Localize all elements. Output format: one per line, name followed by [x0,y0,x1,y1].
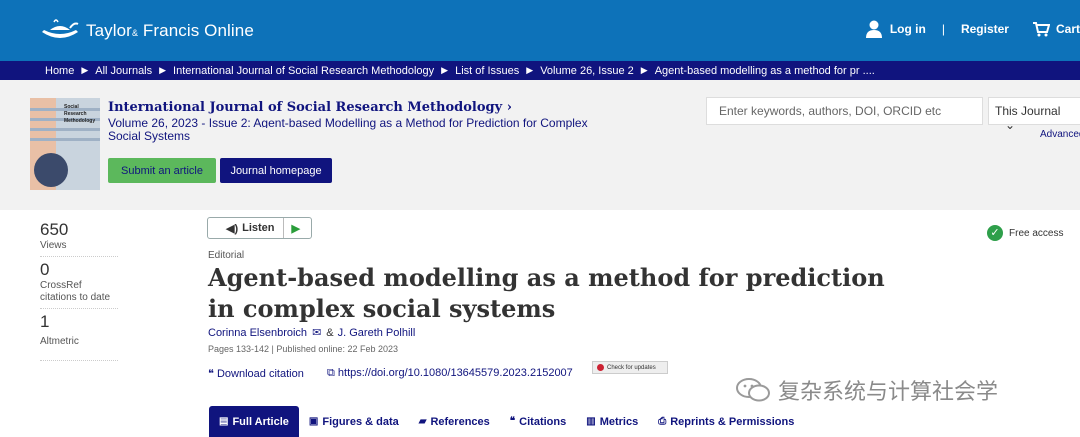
views-label: Views [40,240,67,251]
crossref-label: CrossRef citations to date [40,280,111,303]
brand-name: Taylor& Francis Online [86,21,254,40]
journal-title-link[interactable]: International Journal of Social Research… [108,100,512,115]
crossref-count: 0 [40,260,50,279]
breadcrumb-all-journals[interactable]: All Journals [95,65,152,77]
lamp-logo-icon [42,19,79,38]
journal-banner: Social Research Methodology Internationa… [0,80,1080,210]
envelope-icon[interactable]: ✉ [312,326,321,339]
journal-issue-link[interactable]: Volume 26, 2023 - Issue 2: Agent-based M… [108,117,598,143]
breadcrumb-arrow-icon: ▶ [526,65,534,75]
chevron-down-icon: ⌄ [1005,118,1016,132]
book-icon: ▰ [418,416,427,427]
check-icon: ✓ [987,225,1003,241]
views-metric: 650 Views [40,220,118,257]
cart-link[interactable]: Cart [1056,22,1080,36]
submit-article-button[interactable]: Submit an article [108,158,216,183]
breadcrumb-volume[interactable]: Volume 26, Issue 2 [540,65,634,77]
breadcrumb-home[interactable]: Home [45,65,74,77]
breadcrumb-current-article: Agent-based modelling as a method for pr… [654,64,875,77]
tab-reprints-permissions[interactable]: ⎙ Reprints & Permissions [648,406,804,437]
breadcrumb-arrow-icon: ▶ [81,65,89,75]
user-area: Log in | Register Cart [865,20,1080,38]
tab-citations[interactable]: ❝ Citations [500,406,576,437]
watermark-text: 复杂系统与计算社会学 [778,380,999,405]
author-list: Corinna Elsenbroich ✉ & J. Gareth Polhil… [208,326,416,340]
author-link[interactable]: J. Gareth Polhill [338,327,416,339]
cart-icon[interactable] [1032,21,1050,37]
breadcrumb-list-of-issues[interactable]: List of Issues [455,65,519,77]
breadcrumb-arrow-icon: ▶ [441,65,449,75]
altmetric-metric[interactable]: 1 Altmetric [40,312,118,361]
listen-button[interactable]: ◀) Listen ▶ [207,217,312,239]
chevron-right-icon: › [506,100,512,115]
free-access-badge: ✓ Free access [987,225,1063,241]
print-icon: ⎙ [658,416,667,427]
breadcrumb-arrow-icon: ▶ [159,65,167,75]
cover-title: Social Research Methodology [64,104,96,124]
check-for-updates-button[interactable]: Check for updates [592,361,668,374]
listen-label: Listen [242,222,275,234]
article-meta: Pages 133-142 | Published online: 22 Feb… [208,344,398,354]
views-count: 650 [40,220,69,239]
quote-icon: ❝ [509,416,516,427]
image-icon: ▣ [308,416,319,427]
download-citation-link[interactable]: ❝ Download citation [208,367,304,380]
altmetric-count: 1 [40,312,50,331]
login-link[interactable]: Log in [890,22,926,36]
wechat-icon [736,378,770,402]
breadcrumb: Home ▶ All Journals ▶ International Jour… [0,61,1080,80]
journal-homepage-button[interactable]: Journal homepage [220,158,332,183]
play-icon[interactable]: ▶ [284,222,300,235]
crossref-metric[interactable]: 0 CrossRef citations to date [40,260,118,309]
speaker-icon: ◀) [226,222,239,235]
breadcrumb-journal[interactable]: International Journal of Social Research… [173,65,434,77]
quote-icon: ❝ [208,368,217,380]
top-header: Taylor& Francis Online Log in | Register… [0,0,1080,61]
article-title: Agent-based modelling as a method for pr… [208,263,885,323]
author-link[interactable]: Corinna Elsenbroich [208,327,307,339]
document-icon: ▤ [219,416,229,427]
tab-full-article[interactable]: ▤ Full Article [209,406,299,437]
free-access-label: Free access [1009,227,1064,239]
wechat-watermark: 复杂系统与计算社会学 [736,374,998,406]
crossmark-icon [597,364,604,371]
article-tabs: ▤ Full Article ▣ Figures & data ▰ Reference… [209,406,804,437]
user-icon [865,20,882,38]
taylor-francis-logo[interactable]: Taylor& Francis Online [40,18,254,44]
breadcrumb-arrow-icon: ▶ [640,65,648,75]
article-type: Editorial [208,250,245,261]
tab-references[interactable]: ▰ References [409,406,500,437]
tab-figures-data[interactable]: ▣ Figures & data [299,406,409,437]
tab-metrics[interactable]: ▥ Metrics [576,406,648,437]
search-input[interactable]: Enter keywords, authors, DOI, ORCID etc [706,97,983,125]
register-link[interactable]: Register [961,22,1009,36]
advanced-search-link[interactable]: Advanced [1040,129,1080,140]
doi-link[interactable]: ⧉ https://doi.org/10.1080/13645579.2023.… [327,367,573,380]
external-link-icon: ⧉ [327,367,338,379]
homepage-pointer [247,128,285,145]
header-separator: | [941,22,945,36]
search-scope-select[interactable]: This Journal ⌄ [988,97,1080,132]
altmetric-label: Altmetric [40,336,79,347]
journal-cover-image[interactable]: Social Research Methodology [30,98,100,190]
author-separator: & [326,326,334,339]
bar-chart-icon: ▥ [586,416,596,427]
